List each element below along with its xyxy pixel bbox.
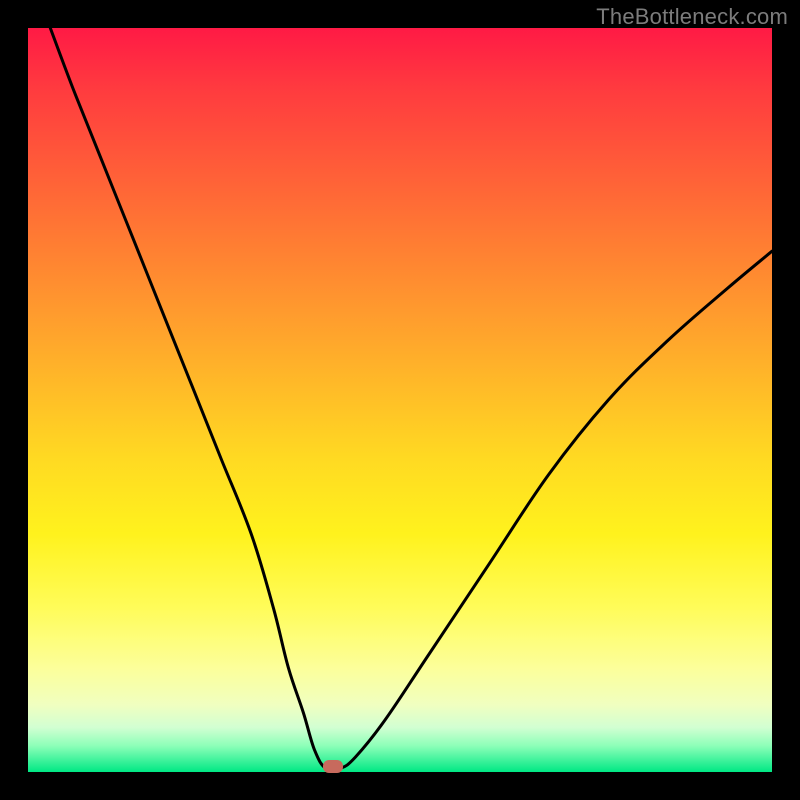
plot-area [28,28,772,772]
optimal-point-marker [323,760,343,773]
watermark-label: TheBottleneck.com [596,4,788,30]
bottleneck-curve [28,28,772,772]
chart-frame: TheBottleneck.com [0,0,800,800]
